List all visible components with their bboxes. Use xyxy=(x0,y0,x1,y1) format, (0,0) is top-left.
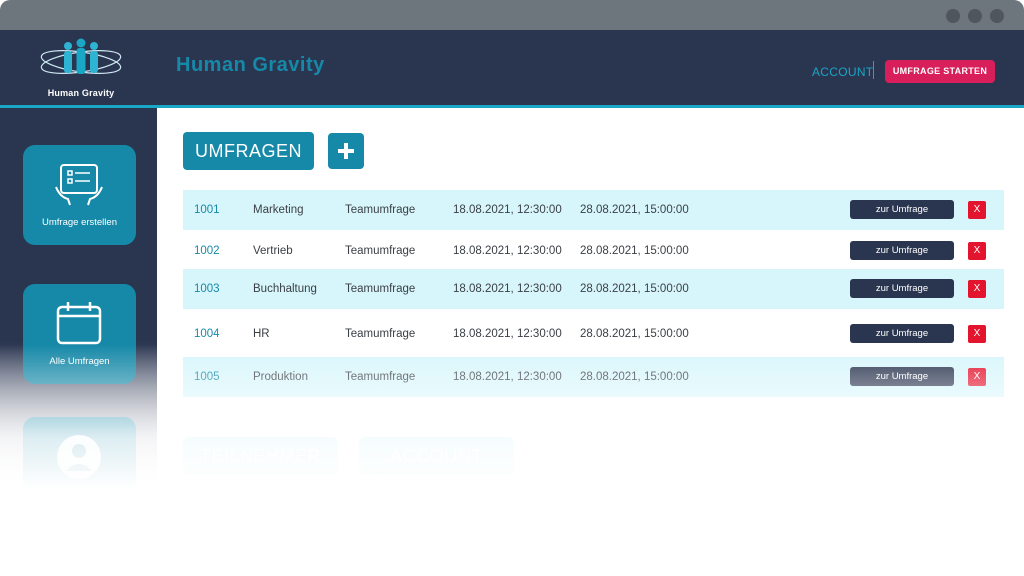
row-id[interactable]: 1004 xyxy=(194,314,220,354)
row-department: Produktion xyxy=(253,371,308,383)
browser-window: Human Gravity Human Gravity ACCOUNT UMFR… xyxy=(0,0,1024,576)
row-end-date: 28.08.2021, 15:00:00 xyxy=(580,328,689,340)
row-id[interactable]: 1001 xyxy=(194,190,220,230)
sidebar-item-label: Alle Umfragen xyxy=(49,356,110,367)
account-link[interactable]: ACCOUNT xyxy=(812,65,873,79)
delete-button[interactable]: X xyxy=(968,280,986,298)
row-department: HR xyxy=(253,328,270,340)
sidebar-item-create-survey[interactable]: Umfrage erstellen xyxy=(23,145,136,245)
brand-title: Human Gravity xyxy=(176,54,325,76)
row-type: Teamumfrage xyxy=(345,283,416,295)
row-start-date: 18.08.2021, 12:30:00 xyxy=(453,371,562,383)
table-row: 1001 Marketing Teamumfrage 18.08.2021, 1… xyxy=(183,190,1004,230)
row-end-date: 28.08.2021, 15:00:00 xyxy=(580,283,689,295)
row-end-date: 28.08.2021, 15:00:00 xyxy=(580,371,689,383)
row-start-date: 18.08.2021, 12:30:00 xyxy=(453,245,562,257)
tablet-checklist-icon xyxy=(55,164,103,206)
row-start-date: 18.08.2021, 12:30:00 xyxy=(453,328,562,340)
window-control-dot[interactable] xyxy=(946,9,960,23)
table-row: 1005 Produktion Teamumfrage 18.08.2021, … xyxy=(183,357,1004,397)
header-divider xyxy=(873,61,874,79)
human-gravity-logo[interactable]: Human Gravity xyxy=(36,38,126,98)
row-type: Teamumfrage xyxy=(345,204,416,216)
open-survey-button[interactable]: zur Umfrage xyxy=(850,200,954,219)
sidebar-item-all-surveys[interactable]: Alle Umfragen xyxy=(23,284,136,384)
sidebar-item-user[interactable] xyxy=(23,417,136,517)
logo-text: Human Gravity xyxy=(47,88,115,98)
delete-button[interactable]: X xyxy=(968,325,986,343)
row-start-date: 18.08.2021, 12:30:00 xyxy=(453,204,562,216)
window-control-dot[interactable] xyxy=(990,9,1004,23)
main-content: UMFRAGEN 1001 Marketing Teamumfrage 18.0… xyxy=(157,108,1024,576)
table-row: 1003 Buchhaltung Teamumfrage 18.08.2021,… xyxy=(183,269,1004,309)
calendar-icon xyxy=(56,302,102,345)
window-titlebar xyxy=(0,0,1024,30)
row-department: Vertrieb xyxy=(253,245,293,257)
table-row: 1002 Vertrieb Teamumfrage 18.08.2021, 12… xyxy=(183,231,1004,271)
surveys-title-button[interactable]: UMFRAGEN xyxy=(183,132,314,170)
row-id[interactable]: 1005 xyxy=(194,357,220,397)
delete-button[interactable]: X xyxy=(968,242,986,260)
row-department: Marketing xyxy=(253,204,304,216)
tab-account[interactable]: ACCOUNT xyxy=(359,437,514,475)
open-survey-button[interactable]: zur Umfrage xyxy=(850,324,954,343)
row-department: Buchhaltung xyxy=(253,283,317,295)
row-id[interactable]: 1002 xyxy=(194,231,220,271)
open-survey-button[interactable]: zur Umfrage xyxy=(850,279,954,298)
sidebar-item-label: Umfrage erstellen xyxy=(42,217,117,228)
row-end-date: 28.08.2021, 15:00:00 xyxy=(580,204,689,216)
open-survey-button[interactable]: zur Umfrage xyxy=(850,241,954,260)
row-id[interactable]: 1003 xyxy=(194,269,220,309)
logo-figures-icon xyxy=(40,38,122,74)
plus-icon[interactable] xyxy=(328,133,364,169)
row-end-date: 28.08.2021, 15:00:00 xyxy=(580,245,689,257)
row-type: Teamumfrage xyxy=(345,371,416,383)
start-survey-button[interactable]: UMFRAGE STARTEN xyxy=(885,60,995,83)
row-type: Teamumfrage xyxy=(345,328,416,340)
delete-button[interactable]: X xyxy=(968,201,986,219)
row-type: Teamumfrage xyxy=(345,245,416,257)
user-icon xyxy=(57,435,101,479)
row-start-date: 18.08.2021, 12:30:00 xyxy=(453,283,562,295)
open-survey-button[interactable]: zur Umfrage xyxy=(850,367,954,386)
sidebar: Umfrage erstellen Alle Umfragen xyxy=(0,108,157,576)
tab-participants[interactable]: TEILNEHMER xyxy=(183,437,338,475)
window-control-dot[interactable] xyxy=(968,9,982,23)
delete-button[interactable]: X xyxy=(968,368,986,386)
table-row: 1004 HR Teamumfrage 18.08.2021, 12:30:00… xyxy=(183,314,1004,354)
app-header: Human Gravity Human Gravity ACCOUNT UMFR… xyxy=(0,30,1024,105)
